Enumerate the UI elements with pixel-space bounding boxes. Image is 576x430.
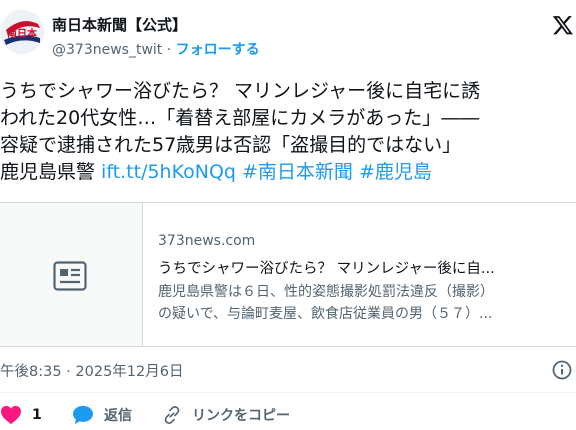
tweet-text-line: 容疑で逮捕された57歳男は否認「盗撮目的ではない」 — [0, 132, 576, 159]
copy-link-label: リンクをコピー — [192, 408, 290, 424]
tweet-text-segment: 鹿児島県警 — [0, 161, 102, 183]
card-thumbnail — [0, 203, 143, 346]
card-description-line: 鹿児島県警は６日、性的姿態撮影処罰法違反（撮影） — [158, 284, 494, 300]
tweet-text: うちでシャワー浴びたら？ マリンレジャー後に自宅に誘 われた20代女性…「着替え部… — [0, 78, 576, 186]
article-icon — [53, 261, 87, 291]
card-description-line: の疑いで、与論町麦屋、飲食店従業員の男（５７）... — [158, 306, 493, 322]
card-title[interactable]: うちでシャワー浴びたら？ マリンレジャー後に自... — [158, 257, 563, 278]
tweet-text-segment: われた20代女性…「着替え部屋にカメラがあった」―― — [0, 107, 480, 129]
like-count: 1 — [32, 407, 42, 423]
reply-label: 返信 — [104, 408, 132, 424]
hashtag-link[interactable]: #鹿児島 — [359, 161, 432, 183]
avatar[interactable]: 南日本 — [0, 10, 44, 54]
handle-line: @373news_twit · フォローする — [52, 39, 260, 59]
handle-separator: · — [162, 42, 176, 58]
account-handle[interactable]: @373news_twit — [52, 42, 162, 58]
x-logo-icon[interactable] — [552, 14, 574, 36]
link-card[interactable]: 373news.com うちでシャワー浴びたら？ マリンレジャー後に自... 鹿… — [0, 202, 576, 347]
heart-icon — [1, 405, 21, 425]
reply-bubble-icon — [73, 405, 93, 425]
tweet-text-segment: うちでシャワー浴びたら？ マリンレジャー後に自宅に誘 — [0, 80, 481, 102]
tweet-text-line: うちでシャワー浴びたら？ マリンレジャー後に自宅に誘 — [0, 78, 576, 105]
copy-link-button[interactable]: リンクをコピー — [162, 402, 290, 428]
reply-button[interactable]: 返信 — [72, 402, 132, 428]
tweet-text-segment: 容疑で逮捕された57歳男は否認「盗撮目的ではない」 — [0, 134, 462, 156]
follow-button[interactable]: フォローする — [176, 42, 260, 58]
card-description: 鹿児島県警は６日、性的姿態撮影処罰法違反（撮影） の疑いで、与論町麦屋、飲食店従… — [158, 281, 563, 325]
url-link[interactable]: ift.tt/5hKoNQq — [101, 161, 236, 183]
divider — [0, 392, 576, 393]
tweet-timestamp[interactable]: 午後8:35 · 2025年12月6日 — [0, 360, 183, 381]
link-icon — [164, 406, 180, 424]
account-name[interactable]: 南日本新聞【公式】 — [52, 14, 187, 35]
avatar-text: 南日本 — [7, 27, 38, 40]
info-icon[interactable] — [552, 360, 572, 380]
tweet-header: 南日本 南日本新聞【公式】 @373news_twit · フォローする — [0, 0, 576, 64]
tweet-text-line: 鹿児島県警 ift.tt/5hKoNQq #南日本新聞 #鹿児島 — [0, 159, 576, 186]
hashtag-link[interactable]: #南日本新聞 — [242, 161, 353, 183]
card-domain: 373news.com — [158, 233, 256, 249]
tweet-actions: 1 返信 リンクをコピー — [0, 402, 576, 428]
like-button[interactable]: 1 — [0, 402, 42, 428]
tweet-text-line: われた20代女性…「着替え部屋にカメラがあった」―― — [0, 105, 576, 132]
avatar-logo-icon: 南日本 — [0, 10, 44, 54]
